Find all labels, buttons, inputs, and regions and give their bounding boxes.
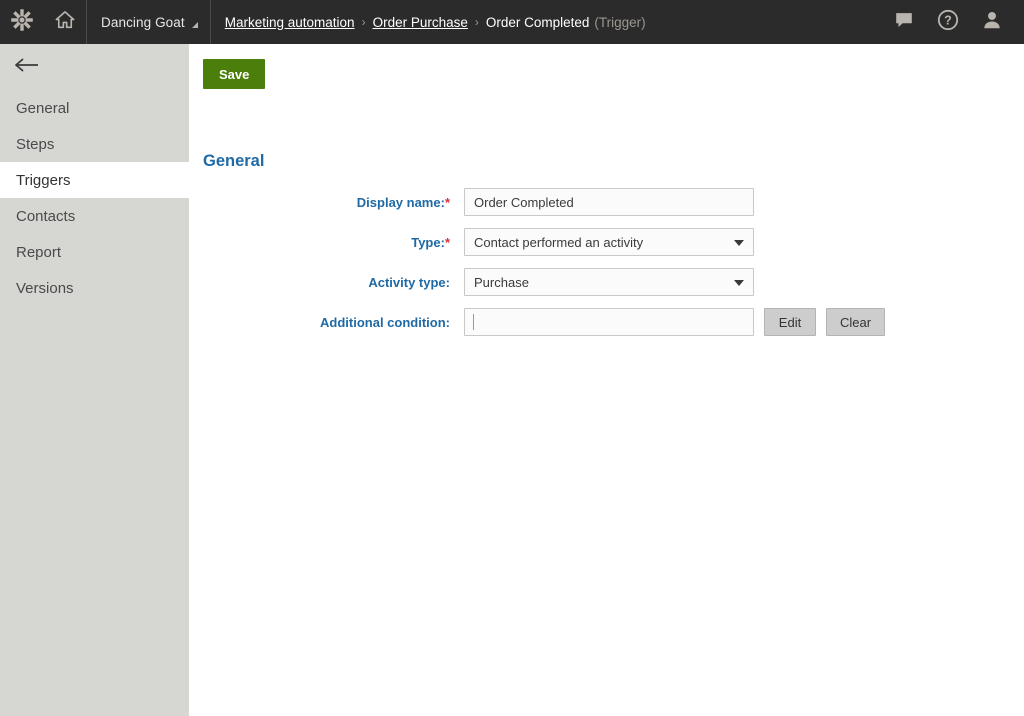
user-button[interactable] — [970, 0, 1014, 44]
app-root: Dancing Goat Marketing automation › Orde… — [0, 0, 1024, 716]
breadcrumb-item-order-completed: Order Completed — [485, 14, 590, 30]
sidebar-item-versions[interactable]: Versions — [0, 270, 189, 306]
text-caret — [473, 314, 474, 330]
top-bar: Dancing Goat Marketing automation › Orde… — [0, 0, 1024, 44]
sidebar-item-label: Contacts — [16, 207, 76, 225]
user-icon — [981, 9, 1003, 36]
display-name-field-wrap — [464, 188, 754, 216]
breadcrumb-item-order-purchase[interactable]: Order Purchase — [373, 15, 468, 30]
display-name-label: Display name:* — [189, 195, 464, 210]
form-row-type: Type:* Contact performed an activity — [189, 222, 1024, 262]
sidebar-item-label: Versions — [16, 279, 74, 297]
additional-condition-controls: Edit Clear — [464, 308, 886, 336]
type-select-value: Contact performed an activity — [474, 234, 644, 250]
sidebar: General Steps Triggers Contacts Report V… — [0, 44, 189, 716]
breadcrumb-separator-2: › — [474, 15, 479, 29]
chat-button[interactable] — [882, 0, 926, 44]
breadcrumb: Marketing automation › Order Purchase › … — [211, 0, 882, 44]
activity-type-field-wrap: Purchase — [464, 268, 754, 296]
type-label: Type:* — [189, 235, 464, 250]
display-name-input[interactable] — [464, 188, 754, 216]
additional-condition-label-text: Additional condition: — [320, 314, 450, 330]
back-arrow-icon — [14, 57, 40, 78]
activity-type-select-value: Purchase — [474, 274, 529, 290]
breadcrumb-item-marketing-automation[interactable]: Marketing automation — [225, 15, 355, 30]
chevron-down-icon — [734, 240, 744, 246]
chat-icon — [893, 9, 915, 36]
sidebar-item-steps[interactable]: Steps — [0, 126, 189, 162]
form-row-display-name: Display name:* — [189, 182, 1024, 222]
corner-dropdown-triangle-icon — [191, 21, 198, 28]
sidebar-item-label: Steps — [16, 135, 55, 153]
required-asterisk: * — [444, 194, 450, 210]
activity-type-label-text: Activity type: — [368, 274, 450, 290]
type-field-wrap: Contact performed an activity — [464, 228, 754, 256]
sidebar-back-button[interactable] — [0, 44, 189, 90]
help-button[interactable]: ? — [926, 0, 970, 44]
page-title: General — [203, 152, 265, 170]
help-icon: ? — [936, 8, 960, 37]
svg-text:?: ? — [944, 13, 952, 27]
form-row-additional-condition: Additional condition: Edit Clear — [189, 302, 1024, 342]
display-name-label-text: Display name: — [356, 194, 445, 210]
breadcrumb-separator-1: › — [361, 15, 366, 29]
sidebar-item-general[interactable]: General — [0, 90, 189, 126]
kentico-asterisk-logo-icon — [10, 8, 34, 37]
home-button[interactable] — [44, 0, 86, 44]
sidebar-item-label: General — [16, 99, 70, 117]
topbar-actions: ? — [882, 0, 1024, 44]
sidebar-item-triggers[interactable]: Triggers — [0, 162, 189, 198]
kentico-logo-button[interactable] — [0, 0, 44, 44]
main-content: Save General Display name:* Type:* — [189, 44, 1024, 716]
site-selector[interactable]: Dancing Goat — [87, 0, 210, 44]
additional-condition-input[interactable] — [464, 308, 754, 336]
home-icon — [54, 9, 76, 36]
trigger-form: Display name:* Type:* Contact performed … — [189, 182, 1024, 342]
clear-condition-button[interactable]: Clear — [826, 308, 886, 336]
chevron-down-icon — [734, 280, 744, 286]
sidebar-item-label: Triggers — [16, 171, 71, 189]
additional-condition-label: Additional condition: — [189, 315, 464, 330]
sidebar-item-contacts[interactable]: Contacts — [0, 198, 189, 234]
edit-condition-button[interactable]: Edit — [764, 308, 816, 336]
activity-type-select[interactable]: Purchase — [464, 268, 754, 296]
sidebar-item-label: Report — [16, 243, 62, 261]
site-selector-label: Dancing Goat — [101, 14, 185, 30]
activity-type-label: Activity type: — [189, 275, 464, 290]
additional-condition-field-wrap — [464, 308, 754, 336]
form-row-activity-type: Activity type: Purchase — [189, 262, 1024, 302]
type-select[interactable]: Contact performed an activity — [464, 228, 754, 256]
breadcrumb-suffix: (Trigger) — [594, 14, 646, 30]
save-button[interactable]: Save — [203, 59, 266, 89]
sidebar-item-report[interactable]: Report — [0, 234, 189, 270]
type-label-text: Type: — [411, 234, 445, 250]
required-asterisk: * — [444, 234, 450, 250]
